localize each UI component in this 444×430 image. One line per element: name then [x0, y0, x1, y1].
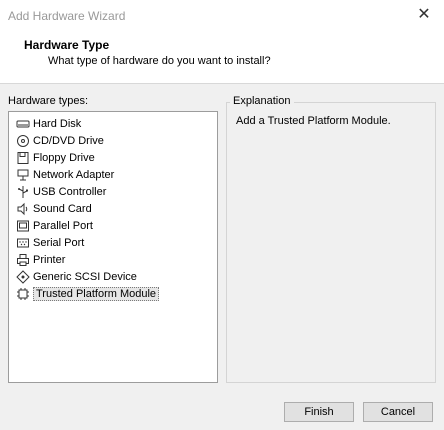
explanation-text: Add a Trusted Platform Module.: [236, 115, 391, 127]
hardware-types-list[interactable]: Hard Disk CD/DVD Drive Floppy Drive Network…: [8, 111, 218, 383]
tpm-icon: [16, 287, 30, 301]
hard-disk-icon: [16, 117, 30, 131]
usb-icon: [16, 185, 30, 199]
hardware-type-label: CD/DVD Drive: [33, 134, 104, 147]
hardware-types-label: Hardware types:: [8, 95, 89, 107]
hardware-type-item[interactable]: Printer: [9, 251, 217, 268]
finish-button[interactable]: Finish: [284, 402, 354, 422]
scsi-icon: [16, 269, 30, 284]
parallel-port-icon: [16, 219, 30, 233]
hardware-type-item[interactable]: Sound Card: [9, 200, 217, 217]
hardware-type-item[interactable]: Hard Disk: [9, 115, 217, 132]
hardware-type-item[interactable]: Generic SCSI Device: [9, 268, 217, 285]
close-icon[interactable]: ✕: [414, 5, 434, 25]
printer-icon: [16, 253, 30, 267]
page-subtitle: What type of hardware do you want to ins…: [48, 55, 271, 67]
cd-dvd-icon: [16, 134, 30, 148]
hardware-type-label: Printer: [33, 253, 66, 266]
floppy-icon: [16, 151, 30, 165]
window-title: Add Hardware Wizard: [8, 9, 126, 23]
cancel-button[interactable]: Cancel: [363, 402, 433, 422]
hardware-type-label: USB Controller: [33, 185, 107, 198]
hardware-type-item[interactable]: Parallel Port: [9, 217, 217, 234]
hardware-type-label: Serial Port: [33, 236, 85, 249]
title-bar: Add Hardware Wizard ✕: [0, 0, 444, 30]
hardware-type-item[interactable]: USB Controller: [9, 183, 217, 200]
hardware-type-label: Generic SCSI Device: [33, 270, 137, 283]
hardware-type-label: Sound Card: [33, 202, 92, 215]
hardware-type-label: Trusted Platform Module: [33, 286, 160, 301]
explanation-label: Explanation: [230, 95, 294, 107]
hardware-type-label: Floppy Drive: [33, 151, 95, 164]
page-title: Hardware Type: [24, 38, 110, 52]
hardware-type-item[interactable]: Trusted Platform Module: [9, 285, 217, 302]
hardware-type-label: Parallel Port: [33, 219, 93, 232]
explanation-groupbox: [226, 102, 436, 383]
hardware-type-item[interactable]: Serial Port: [9, 234, 217, 251]
wizard-header: Hardware Type What type of hardware do y…: [0, 30, 444, 84]
hardware-type-item[interactable]: Floppy Drive: [9, 149, 217, 166]
hardware-type-item[interactable]: CD/DVD Drive: [9, 132, 217, 149]
hardware-type-label: Hard Disk: [33, 117, 82, 130]
hardware-type-label: Network Adapter: [33, 168, 115, 181]
serial-port-icon: [16, 236, 30, 250]
network-adapter-icon: [16, 168, 30, 182]
speaker-icon: [16, 202, 30, 216]
hardware-type-item[interactable]: Network Adapter: [9, 166, 217, 183]
